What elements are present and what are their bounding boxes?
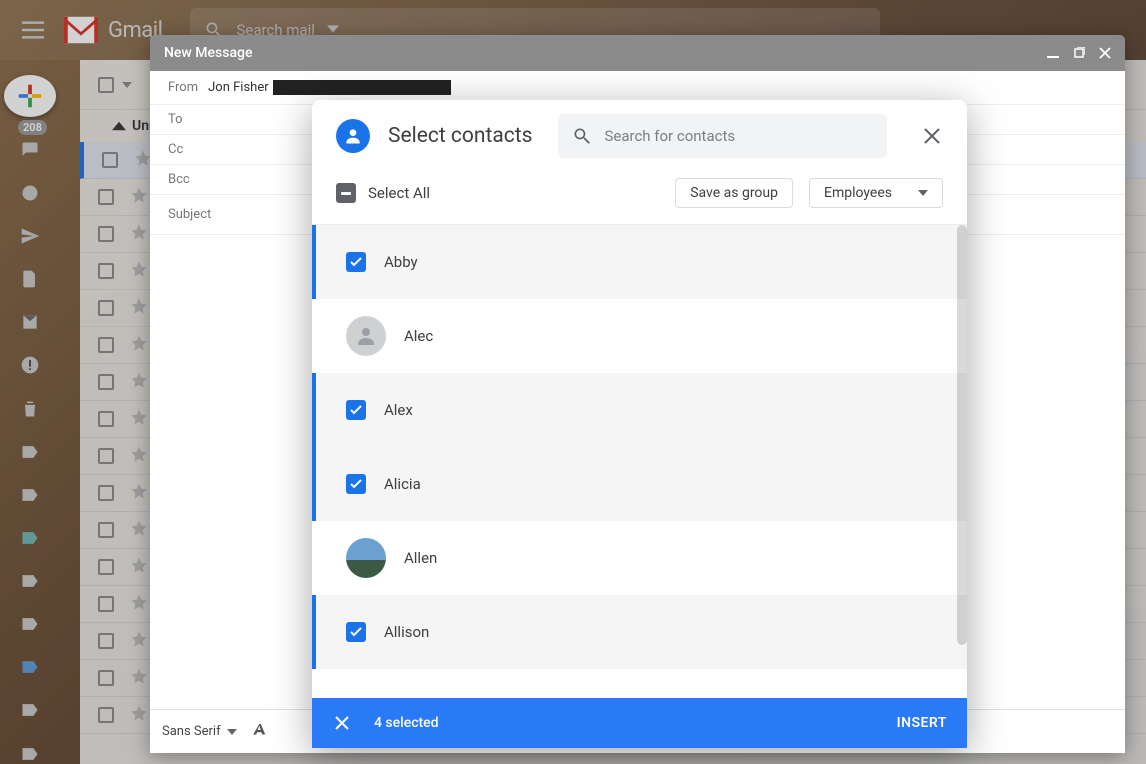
clear-selection-icon[interactable] (334, 715, 350, 731)
dialog-title: Select contacts (388, 124, 532, 148)
checkbox-checked-icon[interactable] (346, 400, 366, 420)
app-root: Gmail Search mail 208 (0, 0, 1146, 764)
from-label: From (168, 80, 198, 95)
insert-button[interactable]: INSERT (897, 715, 947, 731)
bcc-label: Bcc (168, 172, 190, 187)
from-value[interactable]: Jon Fisher (208, 80, 269, 95)
contact-name: Allen (404, 549, 437, 567)
close-icon[interactable] (1099, 47, 1111, 59)
dialog-action-bar: Select All Save as group Employees (312, 172, 967, 225)
contact-avatar (346, 538, 386, 578)
contact-list[interactable]: Abby Alec Alex Alicia Allen Allison (312, 225, 967, 698)
indeterminate-checkbox-icon[interactable] (336, 183, 356, 203)
checkbox-checked-icon[interactable] (346, 252, 366, 272)
close-dialog-button[interactable] (917, 121, 947, 151)
minimize-icon[interactable] (1047, 47, 1059, 59)
contact-row[interactable]: Allison (312, 595, 967, 669)
compose-header[interactable]: New Message (150, 35, 1125, 71)
contact-avatar (346, 316, 386, 356)
select-all-label: Select All (368, 184, 430, 202)
save-as-group-button[interactable]: Save as group (675, 178, 793, 208)
selected-count: 4 selected (374, 715, 439, 731)
text-size-icon[interactable] (251, 721, 269, 743)
contact-name: Alex (384, 401, 413, 419)
checkbox-checked-icon[interactable] (346, 474, 366, 494)
to-label: To (168, 112, 183, 127)
select-contacts-dialog: Select contacts Search for contacts Sele… (312, 100, 967, 748)
contact-name: Alicia (384, 475, 421, 493)
pop-out-icon[interactable] (1073, 47, 1085, 59)
contact-name: Allison (384, 623, 429, 641)
cc-label: Cc (168, 142, 183, 157)
from-email-redacted (273, 80, 451, 95)
contact-name: Alec (404, 327, 433, 345)
select-all-toggle[interactable]: Select All (336, 183, 430, 203)
dialog-footer: 4 selected INSERT (312, 698, 967, 748)
chevron-down-icon (918, 188, 928, 198)
font-name: Sans Serif (162, 724, 221, 739)
scrollbar[interactable] (957, 225, 967, 645)
contact-row[interactable]: Alec (312, 299, 967, 373)
compose-title: New Message (164, 45, 252, 61)
subject-label: Subject (168, 207, 211, 222)
contact-row[interactable]: Allen (312, 521, 967, 595)
contact-name: Abby (384, 253, 418, 271)
search-placeholder: Search for contacts (604, 127, 735, 145)
group-selected-label: Employees (824, 185, 892, 201)
contacts-icon (336, 119, 370, 153)
dialog-header: Select contacts Search for contacts (312, 100, 967, 172)
contact-row[interactable]: Alex (312, 373, 967, 447)
font-select[interactable]: Sans Serif (162, 724, 237, 739)
contact-search-input[interactable]: Search for contacts (558, 114, 887, 158)
contact-row[interactable]: Alicia (312, 447, 967, 521)
search-icon (572, 126, 592, 146)
contact-row[interactable]: Abby (312, 225, 967, 299)
chevron-down-icon (227, 727, 237, 737)
group-filter-dropdown[interactable]: Employees (809, 178, 943, 208)
checkbox-checked-icon[interactable] (346, 622, 366, 642)
